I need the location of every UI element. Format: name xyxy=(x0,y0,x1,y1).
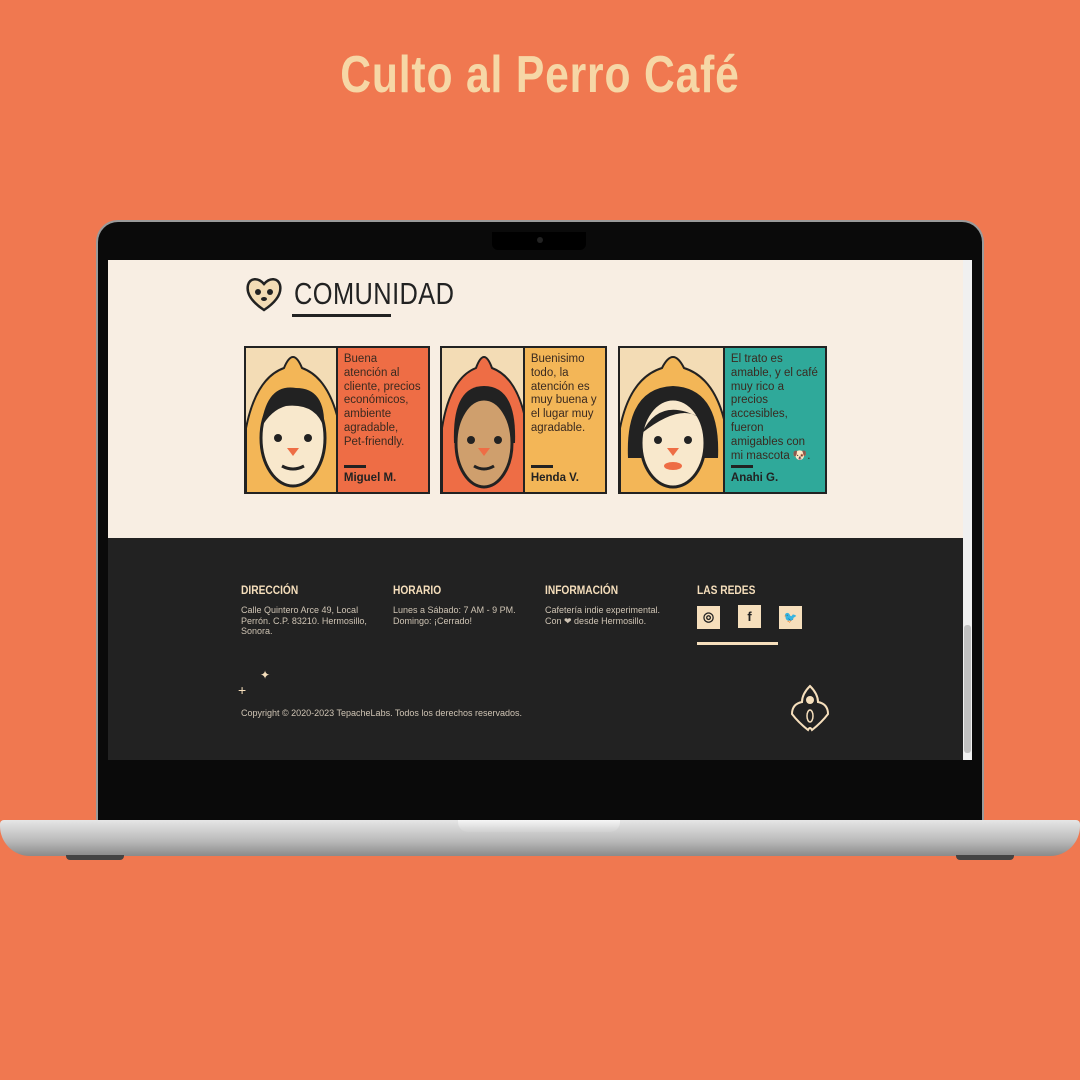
footer-direccion: DIRECCIÓN Calle Quintero Arce 49, Local … xyxy=(241,583,376,637)
testimonial-card: Buena atención al cliente, precios econó… xyxy=(244,346,430,494)
dog-logo-icon xyxy=(790,684,830,732)
footer-heading: INFORMACIÓN xyxy=(545,583,619,597)
quote-divider xyxy=(730,465,753,468)
facebook-icon[interactable]: f xyxy=(738,605,761,628)
footer-heading: LAS REDES xyxy=(697,583,756,597)
laptop-groove xyxy=(458,820,620,832)
quote-text: Buenisimo todo, la atención es muy buena… xyxy=(530,353,597,434)
author-name: Miguel M. xyxy=(343,472,397,485)
instagram-icon[interactable]: ◎ xyxy=(697,605,720,629)
socials-underline xyxy=(697,642,778,645)
hours-weekday: Lunes a Sábado: 7 AM - 9 PM. xyxy=(393,605,516,615)
camera xyxy=(537,237,543,243)
site-footer: DIRECCIÓN Calle Quintero Arce 49, Local … xyxy=(108,538,963,760)
footer-horario: HORARIO Lunes a Sábado: 7 AM - 9 PM. Dom… xyxy=(393,583,516,626)
laptop-foot xyxy=(956,855,1014,860)
website-screen: COMUNIDAD Buena atención al cliente, pre… xyxy=(108,260,972,760)
footer-informacion: INFORMACIÓN Cafetería indie experimental… xyxy=(545,583,660,626)
heading-underline xyxy=(292,314,391,317)
quote-text: El trato es amable, y el café muy rico a… xyxy=(730,353,818,462)
avatar xyxy=(246,348,338,492)
quote-divider xyxy=(530,465,553,468)
avatar xyxy=(442,348,525,492)
scrollbar[interactable] xyxy=(963,260,972,760)
info-text: Con ❤ desde Hermosillo. xyxy=(545,615,647,626)
footer-redes: LAS REDES ◎ f 🐦 xyxy=(697,583,820,645)
author-name: Anahi G. xyxy=(730,472,779,485)
quote-text: Buena atención al cliente, precios econó… xyxy=(343,353,421,448)
testimonial-card: Buenisimo todo, la atención es muy buena… xyxy=(440,346,607,494)
quote-divider xyxy=(343,465,366,468)
copyright-text: Copyright © 2020-2023 TepacheLabs. Todos… xyxy=(241,708,522,718)
author-name: Henda V. xyxy=(530,472,579,485)
scrollbar-thumb[interactable] xyxy=(964,625,971,753)
footer-heading: HORARIO xyxy=(393,583,442,597)
footer-heading: DIRECCIÓN xyxy=(241,583,299,597)
dog-heart-icon xyxy=(246,278,282,312)
twitter-icon[interactable]: 🐦 xyxy=(779,606,802,629)
testimonial-quote: Buena atención al cliente, precios econó… xyxy=(337,348,428,492)
testimonial-card: El trato es amable, y el café muy rico a… xyxy=(618,346,827,494)
address-text: Calle Quintero Arce 49, Local Perrón. C.… xyxy=(241,605,367,636)
laptop-foot xyxy=(66,855,124,860)
section-heading: COMUNIDAD xyxy=(244,274,490,314)
avatar xyxy=(620,348,725,492)
info-text: Cafetería indie experimental. xyxy=(545,605,661,615)
testimonial-quote: Buenisimo todo, la atención es muy buena… xyxy=(524,348,605,492)
testimonial-quote: El trato es amable, y el café muy rico a… xyxy=(724,348,825,492)
hours-sunday: Domingo: ¡Cerrado! xyxy=(393,615,473,626)
section-title: COMUNIDAD xyxy=(294,276,455,311)
promo-title: Culto al Perro Café xyxy=(340,46,740,104)
